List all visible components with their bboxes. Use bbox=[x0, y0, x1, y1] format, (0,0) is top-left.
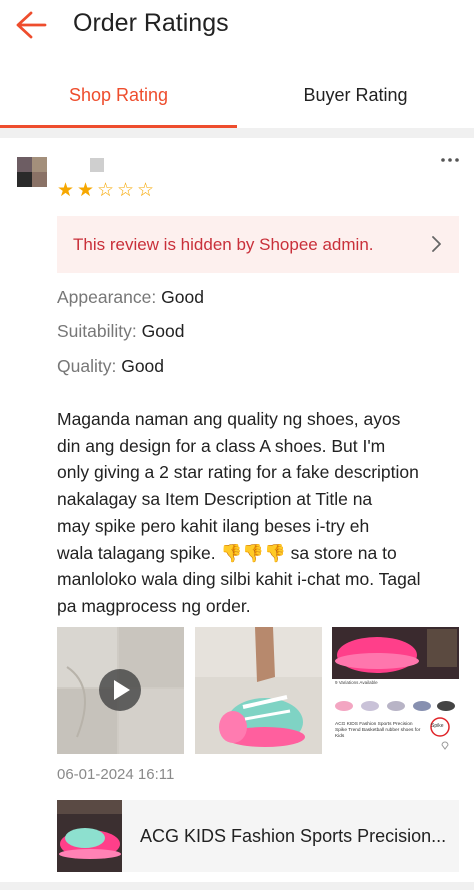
pink-shoe-image bbox=[57, 800, 122, 872]
attribute-value: Good bbox=[121, 356, 165, 376]
review-timestamp: 06-01-2024 16:11 bbox=[57, 766, 175, 783]
review-line: pa magprocess ng order. bbox=[57, 595, 251, 616]
review-line: nakalagay sa Item Description at Title n… bbox=[57, 489, 373, 510]
review-line: manloloko wala ding silbi kahit i-chat m… bbox=[57, 569, 421, 590]
star-empty-icon: ☆ bbox=[116, 180, 135, 201]
attribute-label: Suitability: bbox=[57, 321, 137, 341]
listing-title-text: ACG KIDS Fashion Sports Precision Spike … bbox=[335, 722, 421, 739]
section-divider bbox=[0, 128, 474, 138]
star-empty-icon: ☆ bbox=[96, 180, 115, 201]
shoe-on-foot-image bbox=[195, 627, 322, 754]
rating-tabs: Shop Rating Buyer Rating bbox=[0, 62, 474, 128]
review-line: only giving a 2 star rating for a fake d… bbox=[57, 462, 419, 483]
review-line: wala talagang spike. 👎👎👎 sa store na to bbox=[57, 542, 397, 563]
attribute-value: Good bbox=[161, 287, 204, 307]
page-title: Order Ratings bbox=[73, 9, 229, 37]
username-masked[interactable] bbox=[90, 158, 104, 172]
review-line: din ang design for a class A shoes. But … bbox=[57, 435, 386, 456]
hidden-review-banner[interactable]: This review is hidden by Shopee admin. bbox=[57, 216, 459, 273]
attribute-label: Appearance: bbox=[57, 287, 157, 307]
attribute-suitability: Suitability: Good bbox=[57, 321, 184, 342]
review-photo-listing-screenshot[interactable]: 9 Variations Available ACG KIDS Fashion … bbox=[332, 627, 459, 754]
star-rating: ★ ★ ☆ ☆ ☆ bbox=[56, 181, 155, 201]
attribute-quality: Quality: Good bbox=[57, 356, 164, 377]
play-icon bbox=[114, 680, 130, 700]
star-filled-icon: ★ bbox=[56, 180, 75, 201]
arrow-left-icon bbox=[16, 11, 47, 39]
app-header: Order Ratings bbox=[0, 0, 474, 56]
variations-text: 9 Variations Available bbox=[335, 680, 378, 685]
hidden-review-text: This review is hidden by Shopee admin. bbox=[73, 235, 374, 254]
review-text: Maganda naman ang quality ng shoes, ayos… bbox=[57, 406, 462, 620]
avatar[interactable] bbox=[17, 157, 47, 187]
bottom-divider bbox=[0, 882, 474, 890]
review-video-thumbnail[interactable] bbox=[57, 627, 184, 754]
review-photo-shoe-worn[interactable] bbox=[195, 627, 322, 754]
product-name: ACG KIDS Fashion Sports Precision... bbox=[140, 826, 447, 846]
chevron-right-icon bbox=[432, 236, 441, 252]
attribute-label: Quality: bbox=[57, 356, 117, 376]
star-empty-icon: ☆ bbox=[136, 180, 155, 201]
product-thumbnail bbox=[57, 800, 122, 872]
tab-shop-rating[interactable]: Shop Rating bbox=[0, 62, 237, 128]
more-options-button[interactable] bbox=[436, 150, 464, 170]
attribute-appearance: Appearance: Good bbox=[57, 287, 204, 308]
circled-word-text: Spike bbox=[431, 723, 444, 729]
back-button[interactable] bbox=[14, 10, 48, 40]
star-filled-icon: ★ bbox=[76, 180, 95, 201]
review-line: may spike pero kahit ilang beses i-try e… bbox=[57, 515, 370, 536]
product-card[interactable]: ACG KIDS Fashion Sports Precision... bbox=[57, 800, 459, 872]
tab-buyer-rating[interactable]: Buyer Rating bbox=[237, 62, 474, 128]
review-line: Maganda naman ang quality ng shoes, ayos bbox=[57, 409, 401, 429]
play-button[interactable] bbox=[99, 669, 141, 711]
more-dots-icon bbox=[441, 158, 459, 162]
attribute-value: Good bbox=[141, 321, 185, 341]
